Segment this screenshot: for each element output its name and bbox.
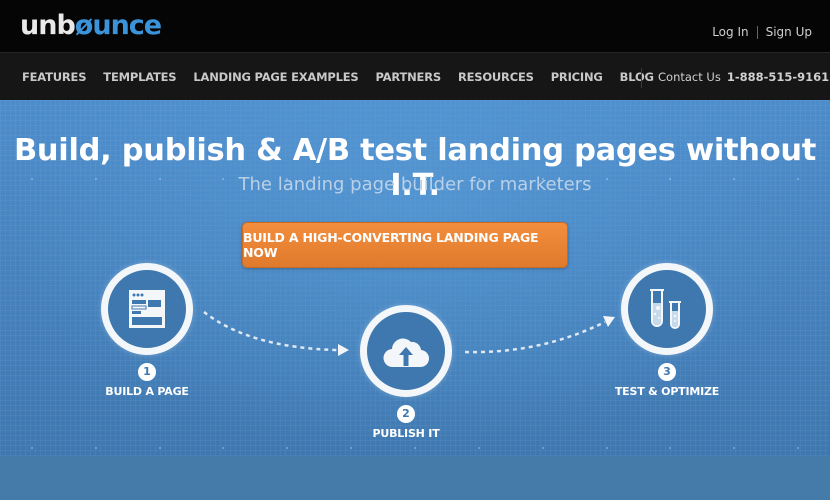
step-2-ring (360, 305, 452, 397)
contact-info: Contact Us 1-888-515-9161 (658, 70, 829, 84)
unbounce-logo[interactable]: unbøunce (20, 10, 162, 41)
signup-link[interactable]: Sign Up (766, 25, 812, 39)
step-3-label: TEST & OPTIMIZE (614, 385, 720, 398)
phone-number[interactable]: 1-888-515-9161 (727, 70, 829, 84)
step-2-number: 2 (397, 405, 415, 423)
login-link[interactable]: Log In (712, 25, 748, 39)
step-2-label: PUBLISH IT (372, 427, 440, 440)
main-nav: FEATURES TEMPLATES LANDING PAGE EXAMPLES… (0, 52, 830, 100)
logo-part-2: øunce (74, 10, 162, 41)
nav-item-resources[interactable]: RESOURCES (458, 70, 534, 84)
auth-divider (756, 25, 758, 39)
grid-dots-row (0, 447, 830, 449)
logo-slashed-o: ø (74, 10, 94, 41)
nav-item-blog[interactable]: BLOG (620, 70, 654, 84)
arrow-step1-to-step2 (203, 311, 339, 352)
step-1-label: BUILD A PAGE (105, 385, 189, 398)
build-landing-page-button[interactable]: BUILD A HIGH-CONVERTING LANDING PAGE NOW (242, 222, 568, 268)
step-3-number: 3 (658, 363, 676, 381)
page-builder-icon (129, 290, 165, 328)
auth-links: Log In Sign Up (712, 25, 812, 39)
step-publish: 2 PUBLISH IT (346, 305, 466, 440)
step-build-page: 1 BUILD A PAGE (87, 263, 207, 398)
step-1-ring (101, 263, 193, 355)
test-tubes-icon (650, 289, 681, 329)
nav-item-landing-page-examples[interactable]: LANDING PAGE EXAMPLES (193, 70, 358, 84)
top-bar: unbøunce Log In Sign Up (0, 0, 830, 52)
step-test-optimize: 3 TEST & OPTIMIZE (607, 263, 727, 398)
nav-item-pricing[interactable]: PRICING (551, 70, 603, 84)
nav-items: FEATURES TEMPLATES LANDING PAGE EXAMPLES… (22, 70, 671, 84)
step-3-ring (621, 263, 713, 355)
nav-divider (641, 68, 642, 88)
nav-item-partners[interactable]: PARTNERS (375, 70, 441, 84)
bottom-band (0, 456, 830, 500)
logo-part-2-rest: unce (92, 10, 162, 41)
hero-subhead: The landing page builder for marketers (238, 174, 592, 195)
hero-section: Build, publish & A/B test landing pages … (0, 100, 830, 456)
arrow-step2-to-step3 (464, 320, 606, 354)
cloud-upload-icon (383, 338, 429, 368)
step-1-number: 1 (138, 363, 156, 381)
contact-us-link[interactable]: Contact Us (658, 70, 721, 84)
logo-part-1: unb (20, 10, 76, 41)
nav-item-templates[interactable]: TEMPLATES (103, 70, 176, 84)
nav-item-features[interactable]: FEATURES (22, 70, 86, 84)
